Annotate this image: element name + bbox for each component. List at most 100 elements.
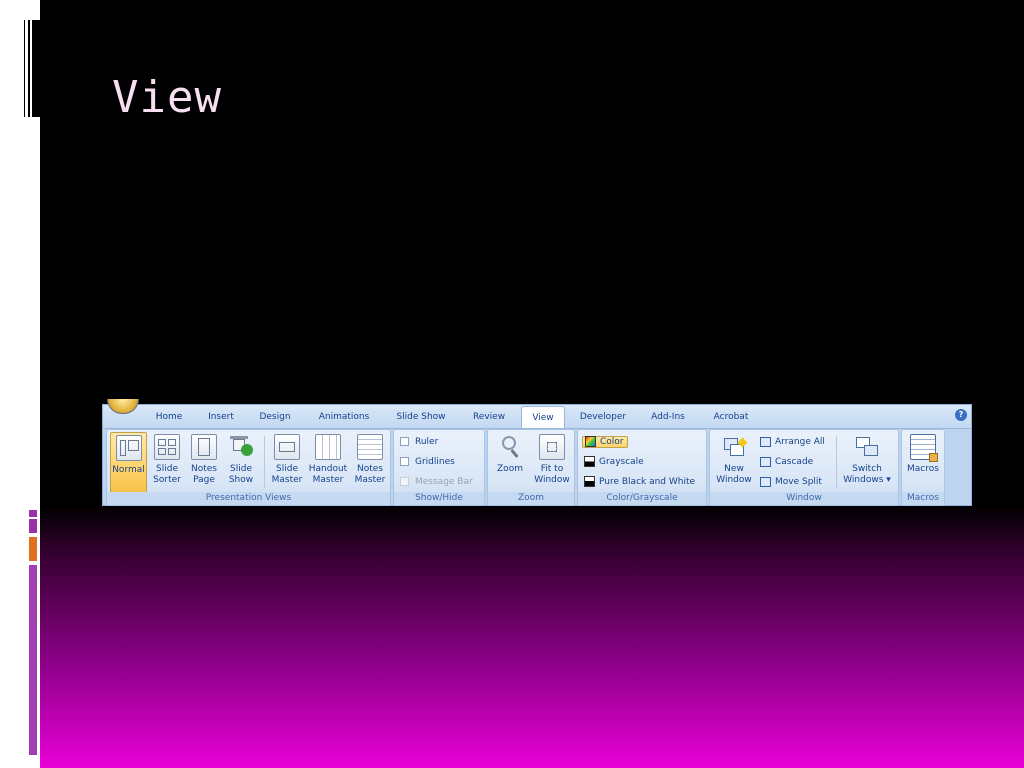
- group-presentation-views: Normal Slide Sorter Notes Page Slide Sho…: [106, 429, 391, 506]
- notes-page-button[interactable]: Notes Page: [187, 432, 221, 493]
- cascade-label: Cascade: [775, 457, 814, 467]
- arrange-all-label: Arrange All: [775, 437, 825, 447]
- decor-line: [32, 20, 40, 117]
- ruler-checkbox[interactable]: [400, 437, 409, 446]
- notes-page-label-2: Page: [193, 475, 215, 485]
- tab-animations[interactable]: Animations: [313, 409, 375, 427]
- group-window: New Window Arrange All Cascade Move Spli…: [709, 429, 899, 506]
- grayscale-button[interactable]: Grayscale: [584, 454, 644, 470]
- normal-view-icon: [115, 435, 142, 461]
- group-label: Macros: [902, 492, 944, 505]
- grayscale-swatch-icon: [584, 456, 595, 467]
- new-window-button[interactable]: New Window: [712, 432, 756, 493]
- grayscale-label: Grayscale: [599, 457, 644, 467]
- zoom-label: Zoom: [497, 464, 523, 474]
- handout-master-label-2: Master: [312, 475, 344, 485]
- group-label: Presentation Views: [107, 492, 390, 505]
- tab-review[interactable]: Review: [469, 409, 509, 427]
- handout-master-label-1: Handout: [308, 464, 348, 474]
- new-window-label-1: New: [724, 464, 744, 474]
- move-split-icon: [760, 476, 771, 487]
- color-button[interactable]: Color: [582, 434, 628, 450]
- switch-windows-label-1: Switch: [852, 464, 882, 474]
- slide-master-button[interactable]: Slide Master: [269, 432, 305, 493]
- tab-slide-show[interactable]: Slide Show: [391, 409, 451, 427]
- slide-sorter-label-1: Slide: [156, 464, 178, 474]
- slide-master-icon: [274, 434, 300, 460]
- slide-master-label-1: Slide: [276, 464, 298, 474]
- tab-view[interactable]: View: [521, 406, 565, 428]
- slide-title: View: [112, 72, 222, 123]
- slide-show-icon: [228, 434, 254, 460]
- slide-master-label-2: Master: [271, 475, 303, 485]
- notes-master-icon: [357, 434, 383, 460]
- decor-accent-orange: [29, 537, 37, 561]
- notes-page-icon: [191, 434, 217, 460]
- tab-developer[interactable]: Developer: [575, 409, 631, 427]
- group-label: Show/Hide: [394, 492, 484, 505]
- tab-add-ins[interactable]: Add-Ins: [645, 409, 691, 427]
- decor-line: [28, 20, 30, 117]
- normal-view-button[interactable]: Normal: [110, 432, 147, 493]
- slide-show-label-2: Show: [228, 475, 254, 485]
- macros-button[interactable]: Macros: [905, 432, 941, 493]
- switch-windows-button[interactable]: Switch Windows ▾: [840, 432, 894, 493]
- gridlines-label: Gridlines: [415, 457, 455, 467]
- gridlines-checkbox-row[interactable]: Gridlines: [400, 454, 455, 470]
- decor-accent-purple: [29, 510, 37, 517]
- message-bar-label: Message Bar: [415, 477, 473, 487]
- decor-line: [24, 20, 25, 117]
- arrange-all-icon: [760, 436, 771, 447]
- macros-icon: [910, 434, 938, 462]
- switch-windows-label-2: Windows ▾: [843, 475, 891, 485]
- color-swatch-icon: [585, 436, 596, 447]
- group-zoom: Zoom Fit to Window Zoom: [487, 429, 575, 506]
- normal-label: Normal: [112, 465, 145, 475]
- slide-show-label-1: Slide: [230, 464, 252, 474]
- switch-windows-icon: [854, 434, 880, 460]
- message-bar-checkbox: [400, 477, 409, 486]
- group-label: Window: [710, 492, 898, 505]
- slide-sorter-button[interactable]: Slide Sorter: [149, 432, 185, 493]
- ribbon-tab-bar: Home Insert Design Animations Slide Show…: [103, 399, 971, 429]
- notes-page-label-1: Notes: [191, 464, 217, 474]
- move-split-label: Move Split: [775, 477, 822, 487]
- handout-master-button[interactable]: Handout Master: [307, 432, 349, 493]
- notes-master-label-2: Master: [354, 475, 386, 485]
- gridlines-checkbox[interactable]: [400, 457, 409, 466]
- notes-master-button[interactable]: Notes Master: [351, 432, 389, 493]
- tab-insert[interactable]: Insert: [201, 409, 241, 427]
- slide-show-button[interactable]: Slide Show: [223, 432, 259, 493]
- fit-to-window-label-2: Window: [534, 475, 570, 485]
- pure-black-white-label: Pure Black and White: [599, 477, 696, 487]
- decor-accent-purple: [29, 519, 37, 533]
- arrange-all-button[interactable]: Arrange All: [760, 434, 825, 450]
- slide-background: View Home Insert Design Animations Slide…: [0, 0, 1024, 768]
- pure-black-white-button[interactable]: Pure Black and White: [584, 474, 695, 490]
- fit-to-window-icon: [539, 434, 565, 460]
- ribbon-screenshot: Home Insert Design Animations Slide Show…: [102, 399, 972, 506]
- group-show-hide: Ruler Gridlines Message Bar Show/Hide: [393, 429, 485, 506]
- group-macros: Macros Macros: [901, 429, 945, 506]
- group-label: Zoom: [488, 492, 574, 505]
- fit-to-window-button[interactable]: Fit to Window: [532, 432, 572, 493]
- ruler-checkbox-row[interactable]: Ruler: [400, 434, 438, 450]
- zoom-button[interactable]: Zoom: [492, 432, 528, 493]
- decor-accent-purple: [29, 565, 37, 755]
- office-button-icon[interactable]: [107, 399, 139, 414]
- fit-to-window-label-1: Fit to: [540, 464, 564, 474]
- cascade-button[interactable]: Cascade: [760, 454, 813, 470]
- message-bar-checkbox-row: Message Bar: [400, 474, 473, 490]
- move-split-button[interactable]: Move Split: [760, 474, 822, 490]
- color-label: Color: [600, 437, 624, 447]
- tab-acrobat[interactable]: Acrobat: [707, 409, 755, 427]
- tab-home[interactable]: Home: [149, 409, 189, 427]
- help-icon[interactable]: ?: [955, 409, 967, 421]
- macros-label: Macros: [907, 464, 939, 474]
- ruler-label: Ruler: [415, 437, 439, 447]
- group-separator: [836, 436, 837, 488]
- slide-sorter-label-2: Sorter: [153, 475, 181, 485]
- tab-design[interactable]: Design: [255, 409, 295, 427]
- slide-sorter-icon: [154, 434, 180, 460]
- handout-master-icon: [315, 434, 341, 460]
